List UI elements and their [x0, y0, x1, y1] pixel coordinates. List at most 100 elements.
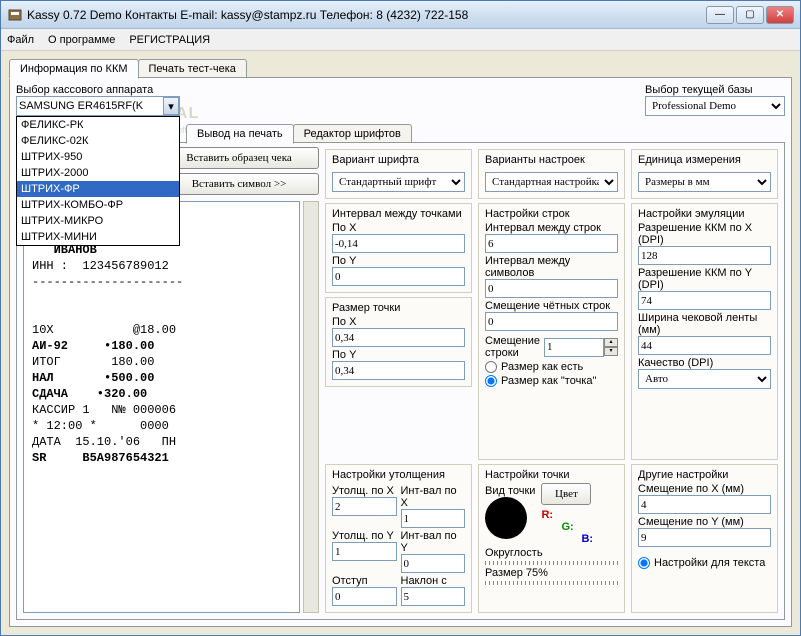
titlebar: Kassy 0.72 Demo Контакты E-mail: kassy@s… — [1, 1, 800, 29]
label-bold-ix: Инт-вал по X — [401, 485, 466, 509]
titlebar-text: Kassy 0.72 Demo Контакты E-mail: kassy@s… — [27, 8, 706, 22]
dpi-y-input[interactable] — [638, 291, 771, 310]
receipt-line: ИНН : 123456789012 — [32, 259, 169, 273]
label-off-y: Смещение по Y (мм) — [638, 516, 771, 528]
receipt-line: АИ-92 •180.00 — [32, 339, 154, 353]
label-dot-interval: Интервал между точками — [332, 208, 465, 220]
indent-input[interactable] — [332, 587, 397, 606]
receipt-scrollbar[interactable] — [303, 201, 319, 613]
label-choose-device: Выбор кассового аппарата — [16, 84, 180, 96]
device-option[interactable]: ФЕЛИКС-РК — [17, 117, 179, 133]
label-tape-width: Ширина чековой ленты (мм) — [638, 312, 771, 336]
label-dpi-x: Разрешение ККМ по X (DPI) — [638, 222, 771, 246]
off-y-input[interactable] — [638, 528, 771, 547]
tab-font-editor[interactable]: Редактор шрифтов — [293, 124, 412, 143]
label-emu-settings: Настройки эмуляции — [638, 208, 771, 220]
maximize-button[interactable]: ▢ — [736, 6, 764, 24]
line-interval-input[interactable] — [485, 234, 618, 253]
receipt-line: ДАТА 15.10.'06 ПН — [32, 435, 176, 449]
receipt-line: СДАЧА •320.00 — [32, 387, 147, 401]
app-icon — [7, 7, 23, 23]
device-option[interactable]: ШТРИХ-2000 — [17, 165, 179, 181]
label-point-kind: Вид точки — [485, 485, 535, 497]
radio-text-settings[interactable] — [638, 557, 650, 569]
label-font-variant: Вариант шрифта — [332, 154, 465, 166]
dpi-x-input[interactable] — [638, 246, 771, 265]
label-quality: Качество (DPI) — [638, 357, 771, 369]
insert-symbol-button[interactable]: Вставить символ >> — [159, 173, 319, 195]
label-line-interval: Интервал между строк — [485, 222, 618, 234]
label-bold-x: Утолщ. по X — [332, 485, 397, 497]
radio-size-asis[interactable] — [485, 361, 497, 373]
settings-variant-select[interactable]: Стандартная настройка — [485, 172, 618, 192]
size-slider[interactable] — [485, 581, 618, 585]
label-dpi-y: Разрешение ККМ по Y (DPI) — [638, 267, 771, 291]
menubar: Файл О программе РЕГИСТРАЦИЯ — [1, 29, 800, 51]
rgb-label: G: — [561, 521, 593, 533]
menu-file[interactable]: Файл — [7, 34, 34, 46]
bold-x-input[interactable] — [332, 497, 397, 516]
label-choose-db: Выбор текущей базы — [645, 84, 785, 96]
tab-kkm-info[interactable]: Информация по ККМ — [9, 59, 139, 79]
label-size-x: По X — [332, 316, 465, 328]
line-offset-input[interactable] — [544, 338, 604, 357]
receipt-line: * 12:00 * 0000 — [32, 419, 169, 433]
size-x-input[interactable] — [332, 328, 465, 347]
label-other-settings: Другие настройки — [638, 469, 771, 481]
label-interval-x: По X — [332, 222, 465, 234]
receipt-line: 10X @18.00 — [32, 323, 176, 337]
off-x-input[interactable] — [638, 495, 771, 514]
interval-y-input[interactable] — [332, 267, 465, 286]
device-option[interactable]: ШТРИХ-КОМБО-ФР — [17, 197, 179, 213]
label-interval-y: По Y — [332, 255, 465, 267]
color-button[interactable]: Цвет — [541, 483, 591, 505]
label-unit: Единица измерения — [638, 154, 771, 166]
tilt-input[interactable] — [401, 587, 466, 606]
device-option[interactable]: ФЕЛИКС-02К — [17, 133, 179, 149]
label-sym-interval: Интервал между символов — [485, 255, 618, 279]
device-option[interactable]: ШТРИХ-ФР — [17, 181, 179, 197]
device-dropdown[interactable]: SAMSUNG ER4615RF(K ▾ ФЕЛИКС-РКФЕЛИКС-02К… — [16, 96, 180, 116]
device-option[interactable]: ШТРИХ-950 — [17, 149, 179, 165]
bold-iy-input[interactable] — [401, 554, 466, 573]
size-y-input[interactable] — [332, 361, 465, 380]
menu-about[interactable]: О программе — [48, 34, 115, 46]
tab-test-print[interactable]: Печать тест-чека — [138, 59, 247, 78]
even-offset-input[interactable] — [485, 312, 618, 331]
minimize-button[interactable]: — — [706, 6, 734, 24]
device-option[interactable]: ШТРИХ-МИКРО — [17, 213, 179, 229]
roundness-slider[interactable] — [485, 561, 618, 565]
tape-width-input[interactable] — [638, 336, 771, 355]
label-size-asis: Размер как есть — [501, 361, 583, 373]
quality-select[interactable]: Авто — [638, 369, 771, 389]
insert-sample-button[interactable]: Вставить образец чека — [159, 147, 319, 169]
chevron-down-icon[interactable]: ▾ — [163, 97, 179, 115]
label-bold-iy: Инт-вал по Y — [401, 530, 466, 554]
close-button[interactable]: ✕ — [766, 6, 794, 24]
receipt-preview[interactable]: ООО ИВАНОВ ИНН : 123456789012 ----------… — [23, 201, 300, 613]
tab-print-output[interactable]: Вывод на печать — [186, 124, 294, 144]
bold-y-input[interactable] — [332, 542, 397, 561]
device-dropdown-list[interactable]: ФЕЛИКС-РКФЕЛИКС-02КШТРИХ-950ШТРИХ-2000ШТ… — [16, 116, 180, 246]
label-dot-size: Размер точки — [332, 302, 465, 314]
radio-size-dot[interactable] — [485, 375, 497, 387]
spin-down-icon[interactable]: ▾ — [604, 347, 618, 356]
point-preview — [485, 497, 527, 539]
menu-registration[interactable]: РЕГИСТРАЦИЯ — [129, 34, 210, 46]
device-selected: SAMSUNG ER4615RF(K — [19, 100, 143, 112]
label-point-settings: Настройки точки — [485, 469, 618, 481]
label-size-dot: Размер как "точка" — [501, 375, 596, 387]
sym-interval-input[interactable] — [485, 279, 618, 298]
interval-x-input[interactable] — [332, 234, 465, 253]
font-variant-select[interactable]: Стандартный шрифт — [332, 172, 465, 192]
label-size-y: По Y — [332, 349, 465, 361]
bold-ix-input[interactable] — [401, 509, 466, 528]
label-line-settings: Настройки строк — [485, 208, 618, 220]
spin-up-icon[interactable]: ▴ — [604, 338, 618, 347]
receipt-line: НАЛ •500.00 — [32, 371, 154, 385]
label-bold-y: Утолщ. по Y — [332, 530, 397, 542]
device-option[interactable]: ШТРИХ-МИНИ — [17, 229, 179, 245]
unit-select[interactable]: Размеры в мм — [638, 172, 771, 192]
receipt-line: КАССИР 1 N№ 000006 — [32, 403, 176, 417]
db-select[interactable]: Professional Demo — [645, 96, 785, 116]
